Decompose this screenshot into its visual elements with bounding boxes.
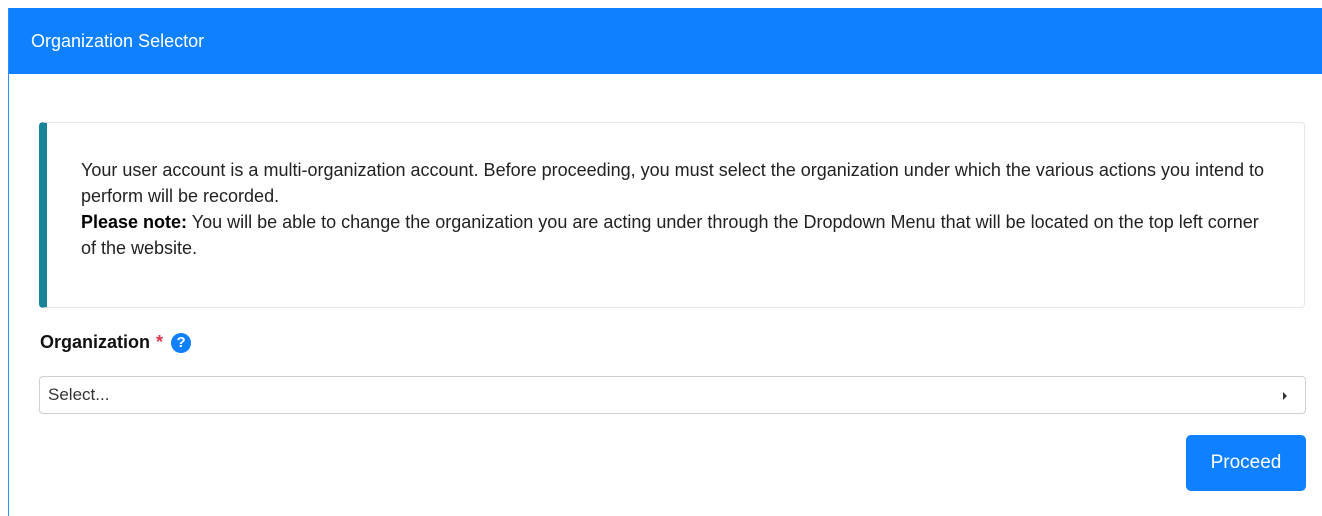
proceed-button[interactable]: Proceed: [1186, 435, 1306, 491]
info-alert: Your user account is a multi-organizatio…: [39, 122, 1305, 308]
required-marker: *: [156, 332, 164, 352]
caret-right-icon: [1283, 392, 1287, 400]
organization-selector-card: Organization Selector Your user account …: [8, 8, 1322, 516]
note-label: Please note:: [81, 212, 188, 232]
info-paragraph: Your user account is a multi-organizatio…: [81, 157, 1274, 261]
card-header: Organization Selector: [9, 8, 1322, 74]
organization-select-value: Select...: [48, 385, 110, 404]
question-circle-icon[interactable]: ?: [171, 332, 192, 353]
organization-field-label: Organization * ?: [40, 332, 192, 353]
note-text: You will be able to change the organizat…: [81, 212, 1259, 258]
page-title: Organization Selector: [31, 31, 205, 51]
info-text: Your user account is a multi-organizatio…: [81, 160, 1265, 206]
organization-label: Organization: [40, 332, 151, 352]
organization-select[interactable]: Select...: [39, 376, 1306, 414]
